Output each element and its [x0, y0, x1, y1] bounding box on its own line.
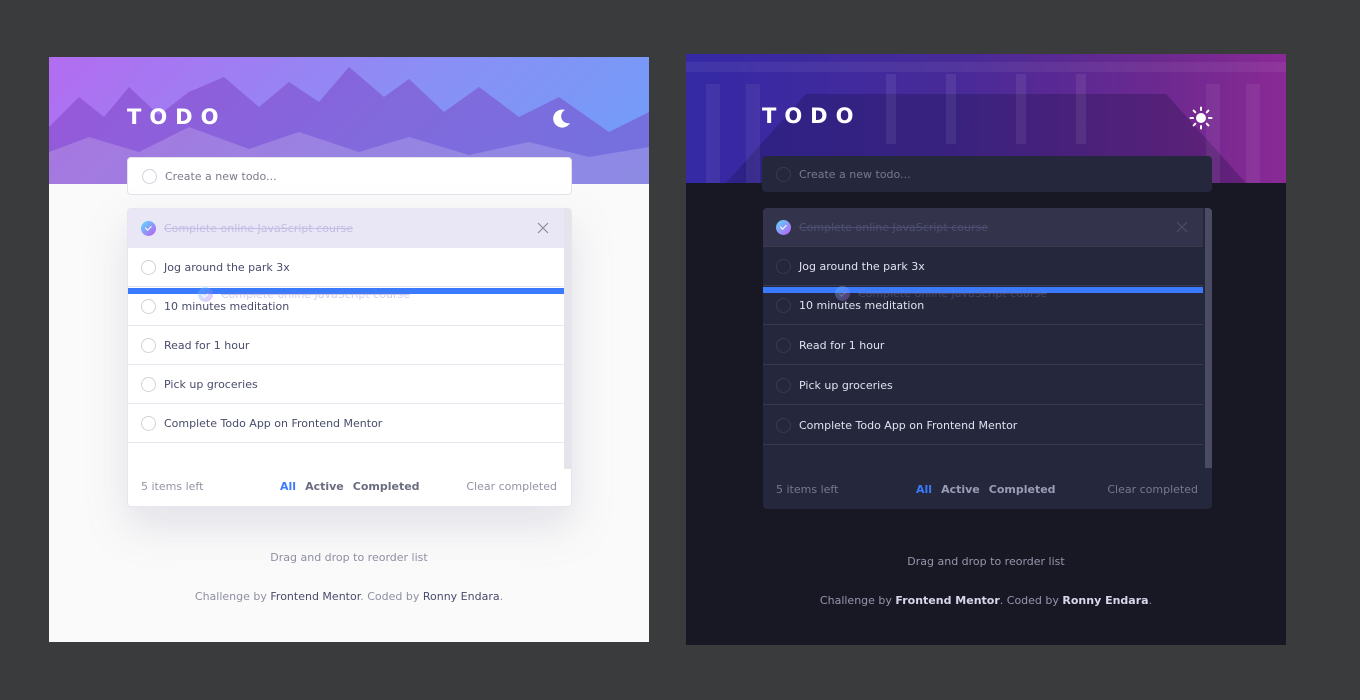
dark-theme-panel: TODO Complete online JavaScript course — [686, 54, 1286, 645]
todo-list: Complete online JavaScript course Jog ar… — [763, 208, 1212, 509]
completed-check-icon[interactable] — [776, 219, 791, 235]
frontend-mentor-link[interactable]: Frontend Mentor — [895, 594, 999, 607]
todo-item-dragging[interactable]: Complete online JavaScript course — [763, 208, 1203, 247]
check-circle-icon[interactable] — [141, 259, 156, 275]
filter-tabs: All Active Completed — [916, 483, 1056, 496]
todo-item[interactable]: Complete Todo App on Frontend Mentor — [763, 406, 1203, 445]
todo-item-dragging[interactable]: Complete online JavaScript course — [128, 209, 564, 248]
attribution-prefix: Challenge by — [819, 594, 896, 607]
sun-icon[interactable] — [1189, 106, 1213, 130]
frontend-mentor-link[interactable]: Frontend Mentor — [270, 590, 360, 603]
clear-completed-button[interactable]: Clear completed — [1107, 483, 1198, 496]
close-icon[interactable] — [537, 222, 549, 234]
todo-item[interactable]: Pick up groceries — [128, 365, 564, 404]
todo-item[interactable]: Complete Todo App on Frontend Mentor — [128, 404, 564, 443]
attribution: Challenge by Frontend Mentor. Coded by R… — [686, 594, 1286, 607]
drag-hint: Drag and drop to reorder list — [270, 551, 428, 564]
todo-item-label: Complete Todo App on Frontend Mentor — [799, 418, 1018, 432]
todo-item[interactable]: Jog around the park 3x — [763, 247, 1203, 286]
moon-icon[interactable] — [549, 107, 573, 131]
check-circle-icon[interactable] — [141, 298, 156, 314]
todo-item[interactable]: Read for 1 hour — [128, 326, 564, 365]
todo-item[interactable]: Pick up groceries — [763, 366, 1203, 405]
filter-active[interactable]: Active — [305, 480, 344, 493]
filter-tabs: All Active Completed — [280, 480, 420, 493]
todo-item-label: Read for 1 hour — [799, 338, 885, 352]
filter-completed[interactable]: Completed — [989, 483, 1056, 496]
close-icon[interactable] — [1176, 221, 1188, 233]
check-circle-icon[interactable] — [776, 297, 791, 313]
light-theme-panel: TODO Complete online JavaScript course J… — [49, 57, 649, 642]
attribution-suffix: . — [1148, 594, 1153, 607]
filter-active[interactable]: Active — [941, 483, 980, 496]
drag-hint: Drag and drop to reorder list — [907, 555, 1065, 568]
items-left-count: 5 items left — [776, 483, 839, 496]
list-footer: 5 items left All Active Completed Clear … — [128, 467, 571, 506]
todo-item-label: 10 minutes meditation — [799, 298, 925, 312]
items-left-count: 5 items left — [141, 480, 204, 493]
todo-item-label: Complete Todo App on Frontend Mentor — [164, 416, 383, 430]
new-todo-bar[interactable] — [762, 156, 1212, 192]
author-link[interactable]: Ronny Endara — [1062, 594, 1148, 607]
todo-scroll-area: Complete online JavaScript course Jog ar… — [763, 208, 1212, 468]
new-todo-bar[interactable] — [127, 157, 572, 195]
list-footer: 5 items left All Active Completed Clear … — [763, 470, 1212, 509]
attribution: Challenge by Frontend Mentor. Coded by R… — [49, 590, 649, 603]
todo-list: Complete online JavaScript course Jog ar… — [127, 208, 572, 507]
app-title: TODO — [762, 104, 862, 128]
attribution-prefix: Challenge by — [194, 590, 271, 603]
todo-item-label: Jog around the park 3x — [799, 259, 925, 273]
check-circle-icon[interactable] — [776, 258, 791, 274]
author-link[interactable]: Ronny Endara — [423, 590, 500, 603]
new-todo-input[interactable] — [799, 167, 1179, 181]
filter-all[interactable]: All — [916, 483, 932, 496]
todo-item[interactable]: Jog around the park 3x — [128, 248, 564, 287]
attribution-suffix: . — [499, 590, 504, 603]
completed-check-icon[interactable] — [141, 220, 156, 236]
attribution-middle: . Coded by — [360, 590, 423, 603]
new-todo-circle[interactable] — [776, 166, 791, 182]
scrollbar[interactable] — [564, 209, 571, 469]
new-todo-circle[interactable] — [142, 168, 157, 184]
todo-item[interactable]: 10 minutes meditation — [763, 286, 1203, 325]
filter-all[interactable]: All — [280, 480, 296, 493]
attribution-middle: . Coded by — [999, 594, 1063, 607]
app-title: TODO — [127, 105, 227, 129]
check-circle-icon[interactable] — [141, 337, 156, 353]
todo-item[interactable]: Read for 1 hour — [763, 326, 1203, 365]
check-circle-icon[interactable] — [141, 376, 156, 392]
new-todo-input[interactable] — [165, 169, 545, 183]
check-circle-icon[interactable] — [776, 337, 791, 353]
filter-completed[interactable]: Completed — [353, 480, 420, 493]
todo-item-label: Jog around the park 3x — [164, 260, 290, 274]
todo-scroll-area: Complete online JavaScript course Jog ar… — [128, 209, 571, 469]
check-circle-icon[interactable] — [141, 415, 156, 431]
todo-item-label: Complete online JavaScript course — [799, 220, 988, 234]
todo-item-label: 10 minutes meditation — [164, 299, 290, 313]
todo-item-label: Complete online JavaScript course — [164, 221, 353, 235]
todo-item-label: Pick up groceries — [799, 378, 893, 392]
todo-item-label: Pick up groceries — [164, 377, 258, 391]
scrollbar[interactable] — [1205, 208, 1212, 468]
check-circle-icon[interactable] — [776, 417, 791, 433]
clear-completed-button[interactable]: Clear completed — [466, 480, 557, 493]
todo-item[interactable]: 10 minutes meditation — [128, 287, 564, 326]
todo-item-label: Read for 1 hour — [164, 338, 250, 352]
check-circle-icon[interactable] — [776, 377, 791, 393]
